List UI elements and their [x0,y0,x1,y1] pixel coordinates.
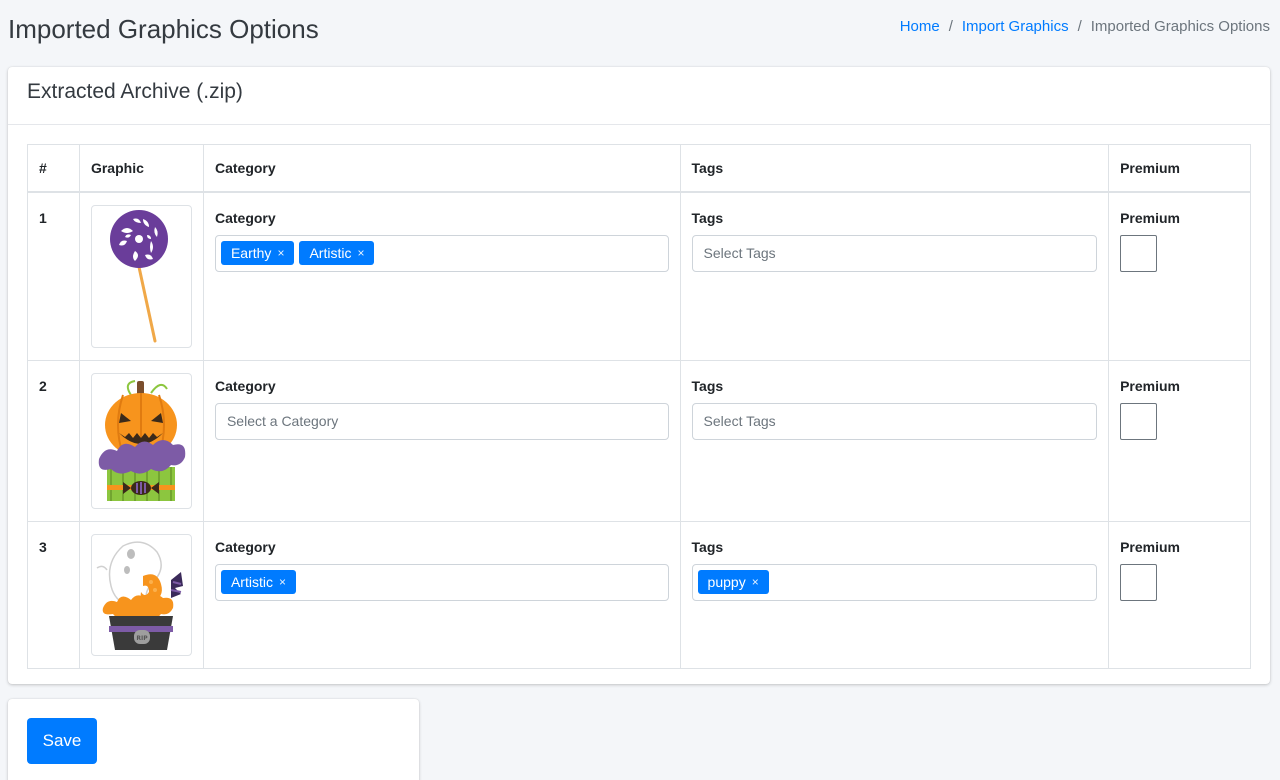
premium-checkbox[interactable] [1120,402,1158,440]
row-number: 1 [27,191,80,361]
premium-cell: Premium [1108,191,1251,361]
category-chip: Earthy × [220,241,295,265]
chip-remove-icon[interactable]: × [279,574,286,590]
graphic-cell [78,359,204,522]
card-title: Extracted Archive (.zip) [27,80,243,103]
table-row: 1 Category Earthy × Artistic × Tags Sele… [27,191,1251,361]
lollipop-icon[interactable] [90,204,192,348]
breadcrumb-import-graphics[interactable]: Import Graphics [962,18,1069,35]
pumpkin-cupcake-icon[interactable] [90,372,192,509]
category-select[interactable]: Earthy × Artistic × [214,234,669,272]
chip-remove-icon[interactable]: × [277,245,284,261]
tags-cell: Tags Select Tags [679,359,1110,522]
chip-remove-icon[interactable]: × [357,245,364,261]
category-select[interactable]: Select a Category [214,402,669,440]
graphic-cell: RIP [78,520,204,669]
column-header-graphic: Graphic [78,144,204,193]
card-header: Extracted Archive (.zip) [8,67,1270,125]
page-title: Imported Graphics Options [8,14,319,44]
column-header-num: # [27,144,80,193]
chip-label: Artistic [309,245,352,261]
premium-label: Premium [1120,538,1180,555]
svg-text:RIP: RIP [137,635,149,642]
tags-cell: Tags Select Tags [679,191,1110,361]
tags-placeholder: Select Tags [703,413,776,429]
column-header-category: Category [202,144,681,193]
breadcrumb: Home / Import Graphics / Imported Graphi… [900,18,1270,35]
category-cell: Category Earthy × Artistic × [202,191,681,361]
chip-remove-icon[interactable]: × [752,574,759,590]
breadcrumb-separator: / [1077,18,1082,35]
premium-cell: Premium [1108,520,1251,669]
archive-card: Extracted Archive (.zip) # Graphic Categ… [8,67,1270,684]
save-card: Save [8,699,419,780]
category-label: Category [214,209,276,226]
tags-select[interactable]: Select Tags [691,402,1098,440]
premium-label: Premium [1120,377,1180,394]
chip-label: Earthy [230,245,272,261]
column-header-premium: Premium [1108,144,1251,193]
save-button[interactable]: Save [27,718,97,764]
tag-chip: puppy × [697,570,769,594]
graphic-cell [78,191,204,361]
category-cell: Category Select a Category [202,359,681,522]
category-chip: Artistic × [220,570,296,594]
row-number: 3 [27,520,80,669]
graphics-table: # Graphic Category Tags Premium 1 Catego… [27,144,1251,669]
category-select[interactable]: Artistic × [214,563,669,601]
tags-label: Tags [691,538,724,555]
tags-label: Tags [691,377,724,394]
breadcrumb-separator: / [948,18,953,35]
tags-cell: Tags puppy × [679,520,1110,669]
premium-cell: Premium [1108,359,1251,522]
tags-placeholder: Select Tags [703,245,776,261]
breadcrumb-home[interactable]: Home [900,18,940,35]
breadcrumb-current: Imported Graphics Options [1090,18,1270,35]
category-chip: Artistic × [299,241,375,265]
table-row: 3 RIP Category Artistic × Tags puppy × P… [27,520,1251,669]
table-header-row: # Graphic Category Tags Premium [27,144,1251,193]
category-label: Category [214,377,276,394]
category-cell: Category Artistic × [202,520,681,669]
row-number: 2 [27,359,80,522]
category-placeholder: Select a Category [226,413,339,429]
table-row: 2 Category Select a Category Tags Select… [27,359,1251,522]
chip-label: puppy [707,574,746,590]
ghost-cupcake-icon[interactable]: RIP [90,533,192,656]
tags-select[interactable]: puppy × [691,563,1098,601]
premium-label: Premium [1120,209,1180,226]
premium-checkbox[interactable] [1120,563,1158,601]
column-header-tags: Tags [679,144,1110,193]
chip-label: Artistic [230,574,273,590]
premium-checkbox[interactable] [1120,234,1158,272]
tags-select[interactable]: Select Tags [691,234,1098,272]
tags-label: Tags [691,209,724,226]
category-label: Category [214,538,276,555]
